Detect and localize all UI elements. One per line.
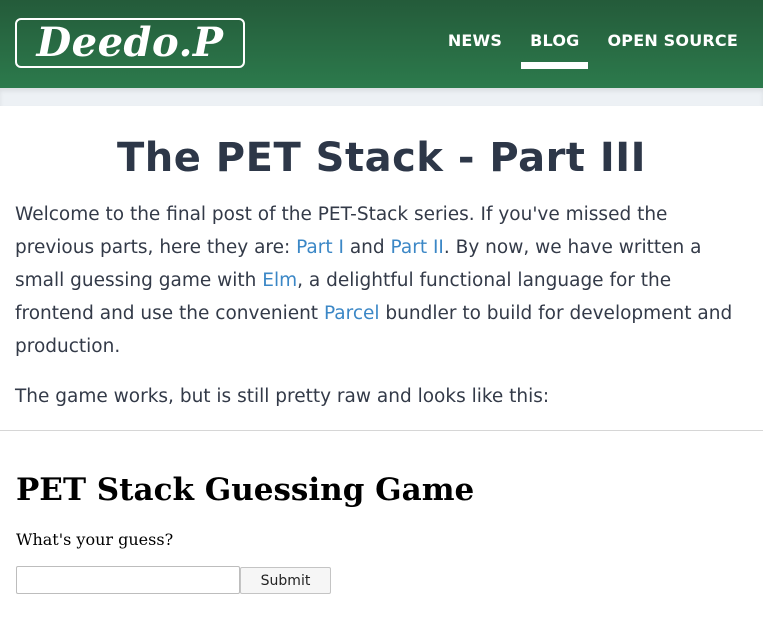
site-header: Deedo.P NEWS BLOG OPEN SOURCE [0,0,763,88]
article-title: The PET Stack - Part III [116,135,646,181]
site-logo-link[interactable]: Deedo.P [15,18,245,68]
main-nav: NEWS BLOG OPEN SOURCE [420,0,738,88]
nav-item-blog[interactable]: BLOG [521,0,589,69]
article-second-paragraph: The game works, but is still pretty raw … [15,386,550,407]
article-intro-paragraph: Welcome to the final post of the PET-Sta… [15,198,750,363]
intro-text-2: and [343,237,391,258]
guess-prompt-label: What's your guess? [16,530,174,549]
nav-item-news[interactable]: NEWS [448,0,502,57]
article-body: Welcome to the final post of the PET-Sta… [15,198,750,413]
site-logo-text: Deedo.P [36,19,224,66]
header-shadow-band [0,88,763,106]
section-divider [0,430,763,431]
link-part-1[interactable]: Part I [296,237,344,258]
link-parcel[interactable]: Parcel [324,303,380,324]
link-elm[interactable]: Elm [262,270,297,291]
game-title: PET Stack Guessing Game [16,472,475,508]
submit-button[interactable]: Submit [240,567,331,594]
nav-item-open-source[interactable]: OPEN SOURCE [607,0,738,57]
link-part-2[interactable]: Part II [391,237,444,258]
guess-input[interactable] [16,566,240,594]
